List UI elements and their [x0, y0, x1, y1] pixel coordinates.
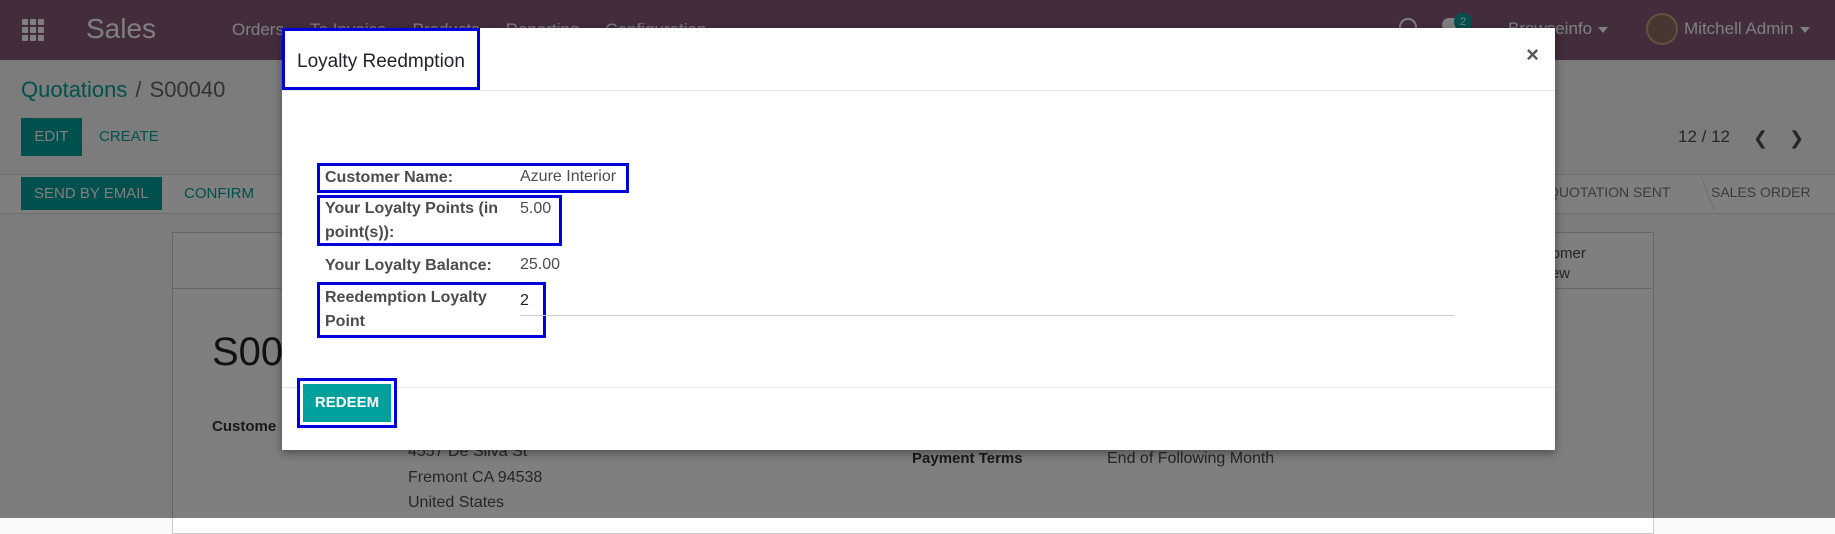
redemption-points-label: Reedemption Loyalty Point — [325, 286, 487, 334]
modal-footer — [282, 387, 1555, 451]
loyalty-redemption-dialog: Loyalty Reedmption × Customer Name: Azur… — [282, 28, 1555, 450]
redemption-points-label-line1: Reedemption Loyalty — [325, 289, 487, 306]
redemption-points-input[interactable] — [520, 287, 1454, 316]
loyalty-points-value: 5.00 — [520, 200, 552, 217]
loyalty-points-label: Your Loyalty Points (in point(s)): — [325, 197, 498, 245]
loyalty-balance-label: Your Loyalty Balance: — [325, 257, 492, 274]
modal-title: Loyalty Reedmption — [282, 28, 480, 90]
loyalty-points-label-line1: Your Loyalty Points (in — [325, 200, 499, 217]
loyalty-balance-value: 25.00 — [520, 256, 561, 273]
customer-name-value: Azure Interior — [520, 168, 617, 185]
modal-body: Customer Name: Azure Interior Your Loyal… — [282, 90, 1555, 387]
close-icon[interactable]: × — [1526, 42, 1539, 68]
customer-name-label: Customer Name: — [325, 169, 454, 186]
redemption-points-label-line2: Point — [325, 313, 365, 330]
redeem-button-highlight: REDEEM — [297, 378, 397, 428]
redeem-button[interactable]: REDEEM — [303, 384, 391, 422]
modal-header: Loyalty Reedmption × — [282, 28, 1555, 91]
loyalty-points-label-line2: point(s)): — [325, 224, 395, 241]
